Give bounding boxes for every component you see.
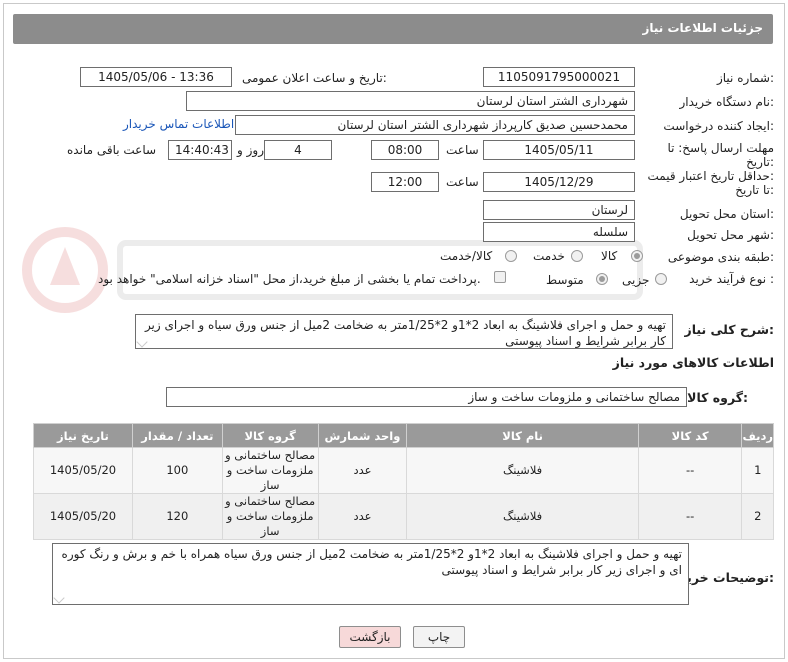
goods-group-field: مصالح ساختمانی و ملزومات ساخت و ساز: [166, 387, 687, 407]
province-label: استان محل تحویل:: [679, 207, 774, 221]
buyer-contact-link[interactable]: اطلاعات تماس خریدار: [123, 117, 234, 131]
category-both-label: کالا/خدمت: [440, 249, 493, 263]
col-header-qty: تعداد / مقدار: [131, 423, 223, 448]
reply-deadline-label-date: تاریخ:: [746, 155, 774, 169]
col-header-code: کد کالا: [637, 423, 743, 448]
category-label: طبقه بندی موضوعی:: [667, 250, 774, 264]
table-row[interactable]: 2 -- فلاشینگ عدد مصالح ساختمانی و ملزوما…: [33, 493, 774, 540]
process-medium-radio[interactable]: [596, 273, 608, 285]
cell-row: 1: [741, 447, 774, 494]
page-title: جزئیات اطلاعات نیاز: [642, 21, 763, 35]
buyer-org-field: شهرداری الشتر استان لرستان: [186, 91, 635, 111]
col-header-name: نام کالا: [406, 423, 639, 448]
cell-date: 1405/05/20: [33, 493, 133, 540]
cell-unit: عدد: [317, 447, 408, 494]
price-validity-label: حداقل تاریخ اعتبار قیمت:: [647, 169, 774, 183]
description-label: شرح کلی نیاز:: [684, 322, 775, 337]
cell-name: فلاشینگ: [406, 493, 639, 540]
resize-handle-icon: [53, 592, 65, 604]
back-button[interactable]: بازگشت: [339, 626, 401, 648]
cell-name: فلاشینگ: [406, 447, 639, 494]
announce-label: تاریخ و ساعت اعلان عمومی:: [242, 71, 387, 85]
resize-handle-icon: [136, 336, 148, 348]
buyer-notes-text: تهیه و حمل و اجرای فلاشینگ به ابعاد 2*1و…: [61, 547, 682, 577]
reply-date-field: 1405/05/11: [483, 140, 635, 160]
requester-label: ایجاد کننده درخواست:: [663, 119, 774, 133]
cell-qty: 100: [131, 447, 223, 494]
requester-field: محمدحسین صدیق کارپرداز شهرداری الشتر است…: [235, 115, 635, 135]
cell-code: --: [637, 493, 743, 540]
reply-time-label: ساعت: [446, 143, 479, 157]
cell-group: مصالح ساختمانی و ملزومات ساخت و ساز: [221, 447, 319, 494]
category-goods-radio[interactable]: [631, 250, 643, 262]
process-label: نوع فرآیند خرید :: [689, 272, 774, 286]
col-header-date: تاریخ نیاز: [33, 423, 133, 448]
validity-time-field: 12:00: [371, 172, 439, 192]
buyer-notes-textarea[interactable]: تهیه و حمل و اجرای فلاشینگ به ابعاد 2*1و…: [52, 543, 689, 605]
print-button[interactable]: چاپ: [413, 626, 465, 648]
cell-qty: 120: [131, 493, 223, 540]
process-minor-label: جزیی: [622, 273, 650, 287]
category-goods-label: کالا: [601, 249, 618, 263]
category-service-label: خدمت: [533, 249, 565, 263]
items-table: ردیف کد کالا نام کالا واحد شمارش گروه کا…: [33, 423, 774, 540]
description-text: تهیه و حمل و اجرای فلاشینگ به ابعاد 2*1و…: [144, 318, 666, 348]
city-label: شهر محل تحویل:: [687, 228, 774, 242]
validity-date-field: 1405/12/29: [483, 172, 635, 192]
col-header-row: ردیف: [741, 423, 774, 448]
treasury-payment-checkbox[interactable]: [494, 271, 506, 283]
days-field: 4: [264, 140, 332, 160]
cell-unit: عدد: [317, 493, 408, 540]
cell-date: 1405/05/20: [33, 447, 133, 494]
price-validity-label-date: تا تاریخ:: [735, 183, 774, 197]
col-header-group: گروه کالا: [221, 423, 319, 448]
reply-time-field: 08:00: [371, 140, 439, 160]
col-header-unit: واحد شمارش: [317, 423, 408, 448]
process-minor-radio[interactable]: [655, 273, 667, 285]
city-field: سلسله: [483, 222, 635, 242]
table-header-row: ردیف کد کالا نام کالا واحد شمارش گروه کا…: [33, 423, 774, 448]
need-number-field: 1105091795000021: [483, 67, 635, 87]
cell-group: مصالح ساختمانی و ملزومات ساخت و ساز: [221, 493, 319, 540]
province-field: لرستان: [483, 200, 635, 220]
header-bar: جزئیات اطلاعات نیاز: [13, 14, 773, 44]
payment-note: پرداخت تمام یا بخشی از مبلغ خرید،از محل …: [98, 272, 481, 286]
remaining-time-field: 14:40:43: [168, 140, 232, 160]
cell-row: 2: [741, 493, 774, 540]
goods-info-title: اطلاعات کالاهای مورد نیاز: [612, 355, 774, 370]
need-number-label: شماره نیاز:: [716, 71, 774, 85]
validity-time-label: ساعت: [446, 175, 479, 189]
announce-field: 1405/05/06 - 13:36: [80, 67, 232, 87]
reply-deadline-label: مهلت ارسال پاسخ: تا: [667, 141, 774, 155]
days-label: روز و: [237, 143, 264, 157]
cell-code: --: [637, 447, 743, 494]
category-service-radio[interactable]: [571, 250, 583, 262]
goods-group-label: گروه کالا:: [687, 390, 748, 405]
remaining-label: ساعت باقی مانده: [67, 143, 157, 157]
process-medium-label: متوسط: [546, 273, 584, 287]
category-both-radio[interactable]: [505, 250, 517, 262]
table-row[interactable]: 1 -- فلاشینگ عدد مصالح ساختمانی و ملزوما…: [33, 447, 774, 494]
buyer-org-label: نام دستگاه خریدار:: [679, 95, 775, 109]
description-textarea[interactable]: تهیه و حمل و اجرای فلاشینگ به ابعاد 2*1و…: [135, 314, 673, 349]
